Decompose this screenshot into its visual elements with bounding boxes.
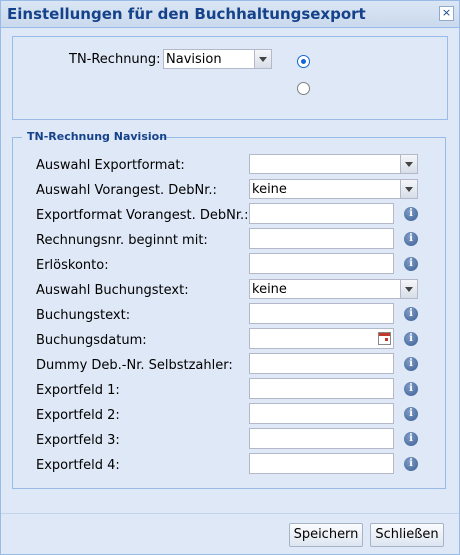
buchungsdatum-input[interactable]: [249, 328, 394, 349]
field-label-exportfeld-2: Exportfeld 2:: [36, 408, 120, 423]
export-settings-dialog: Einstellungen für den Buchhaltungsexport…: [0, 0, 460, 555]
vorangest-debnr-value: keine: [252, 182, 287, 197]
tn-rechnung-panel: TN-Rechnung: Navision: [12, 36, 448, 120]
field-label-buchungsdatum: Buchungsdatum:: [36, 333, 147, 348]
info-icon[interactable]: i: [404, 207, 418, 221]
field-label-exportfeld-4: Exportfeld 4:: [36, 458, 120, 473]
footer-separator: [1, 513, 459, 514]
exportfeld-3-input[interactable]: [249, 428, 394, 449]
info-icon[interactable]: i: [404, 332, 418, 346]
tn-rechnung-value: Navision: [166, 52, 222, 67]
vorangest-debnr-select[interactable]: keine: [249, 179, 418, 199]
calendar-icon[interactable]: [378, 332, 391, 345]
dialog-title: Einstellungen für den Buchhaltungsexport: [7, 5, 366, 23]
info-icon[interactable]: i: [404, 407, 418, 421]
info-icon[interactable]: i: [404, 432, 418, 446]
rechnungsnr-input[interactable]: [249, 228, 394, 249]
info-icon[interactable]: i: [404, 382, 418, 396]
info-icon[interactable]: i: [404, 357, 418, 371]
tn-rechnung-select[interactable]: Navision: [163, 49, 272, 69]
dialog-titlebar[interactable]: Einstellungen für den Buchhaltungsexport…: [1, 1, 459, 28]
buchungstext-input[interactable]: [249, 303, 394, 324]
field-label-dummy-debnr: Dummy Deb.-Nr. Selbstzahler:: [36, 358, 233, 373]
chevron-down-icon[interactable]: [400, 180, 417, 198]
field-label-auswahl-buchungstext: Auswahl Buchungstext:: [36, 283, 189, 298]
field-label-exportformat: Auswahl Exportformat:: [36, 158, 185, 173]
info-icon[interactable]: i: [404, 307, 418, 321]
field-label-exportformat-vorangest: Exportformat Vorangest. DebNr.:: [36, 208, 249, 223]
exportfeld-1-input[interactable]: [249, 378, 394, 399]
radio-option-1[interactable]: [297, 55, 310, 68]
exportformat-vorangest-input[interactable]: [249, 203, 394, 224]
radio-option-2[interactable]: [297, 82, 310, 95]
info-icon[interactable]: i: [404, 232, 418, 246]
dummy-debnr-input[interactable]: [249, 353, 394, 374]
close-button[interactable]: Schließen: [370, 523, 444, 547]
exportformat-select[interactable]: [249, 154, 418, 174]
field-label-exportfeld-3: Exportfeld 3:: [36, 433, 120, 448]
save-button[interactable]: Speichern: [289, 523, 363, 547]
field-label-erloeskonto: Erlöskonto:: [36, 258, 109, 273]
chevron-down-icon[interactable]: [254, 50, 271, 68]
chevron-down-icon[interactable]: [400, 155, 417, 173]
buchungstext-select-value: keine: [252, 282, 287, 297]
field-label-rechnungsnr: Rechnungsnr. beginnt mit:: [36, 233, 208, 248]
field-label-buchungstext: Buchungstext:: [36, 308, 131, 323]
field-label-exportfeld-1: Exportfeld 1:: [36, 383, 120, 398]
erloeskonto-input[interactable]: [249, 253, 394, 274]
buchungstext-select[interactable]: keine: [249, 279, 418, 299]
field-label-vorangest-debnr: Auswahl Vorangest. DebNr.:: [36, 183, 217, 198]
exportfeld-4-input[interactable]: [249, 453, 394, 474]
info-icon[interactable]: i: [404, 257, 418, 271]
chevron-down-icon[interactable]: [400, 280, 417, 298]
close-icon[interactable]: ×: [439, 6, 454, 21]
info-icon[interactable]: i: [404, 457, 418, 471]
tn-rechnung-label: TN-Rechnung:: [69, 52, 161, 67]
exportfeld-2-input[interactable]: [249, 403, 394, 424]
